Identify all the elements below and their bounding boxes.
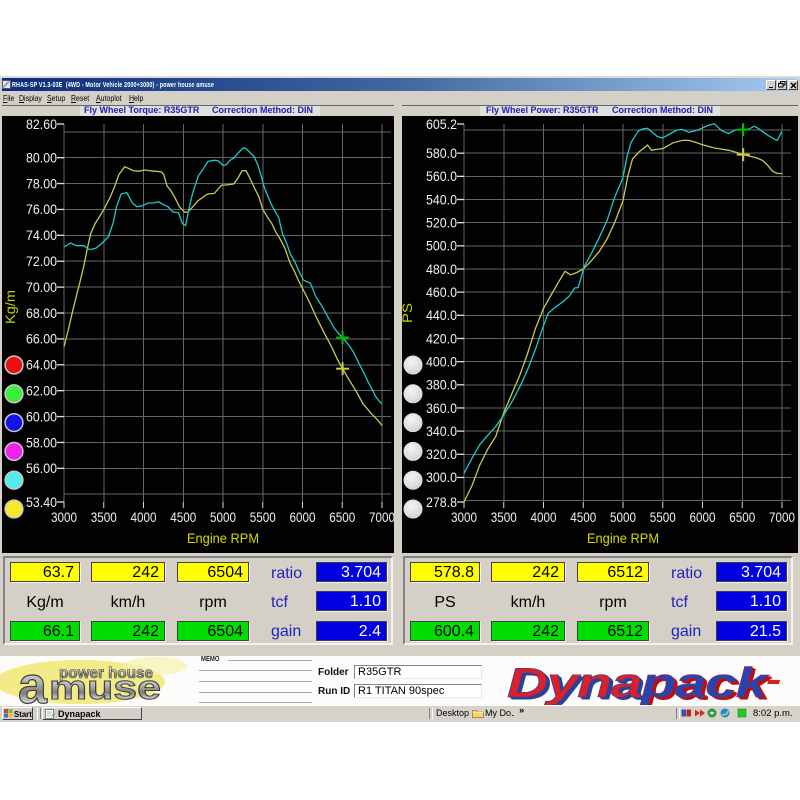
svg-text:Engine RPM: Engine RPM [187, 530, 259, 546]
svg-text:power house: power house [59, 665, 153, 682]
svg-text:6500: 6500 [729, 509, 755, 525]
svg-text:78.00: 78.00 [26, 175, 57, 191]
svg-text:340.0: 340.0 [426, 423, 457, 439]
svg-text:3500: 3500 [91, 509, 117, 525]
svg-text:74.00: 74.00 [26, 227, 57, 243]
svg-text:300.0: 300.0 [426, 469, 457, 485]
svg-text:66.00: 66.00 [26, 331, 57, 347]
svg-text:5500: 5500 [250, 509, 276, 525]
svg-text:3500: 3500 [491, 509, 517, 525]
svg-text:6000: 6000 [290, 509, 316, 525]
svg-text:400.0: 400.0 [426, 353, 457, 369]
svg-text:320.0: 320.0 [426, 446, 457, 462]
svg-text:4000: 4000 [131, 509, 157, 525]
svg-text:500.0: 500.0 [426, 238, 457, 254]
svg-text:56.00: 56.00 [26, 460, 57, 476]
svg-text:3000: 3000 [51, 509, 77, 525]
svg-text:4000: 4000 [531, 509, 557, 525]
svg-text:605.2: 605.2 [426, 116, 457, 132]
svg-text:4500: 4500 [570, 509, 596, 525]
svg-text:Kg/m: Kg/m [2, 290, 18, 324]
svg-text:440.0: 440.0 [426, 307, 457, 323]
svg-text:360.0: 360.0 [426, 400, 457, 416]
svg-text:5000: 5000 [610, 509, 636, 525]
svg-text:a: a [18, 657, 48, 705]
svg-text:560.0: 560.0 [426, 168, 457, 184]
svg-text:58.00: 58.00 [26, 434, 57, 450]
svg-text:Engine RPM: Engine RPM [587, 530, 659, 546]
svg-text:6500: 6500 [329, 509, 355, 525]
svg-text:82.60: 82.60 [26, 116, 57, 132]
svg-text:64.00: 64.00 [26, 357, 57, 373]
svg-text:7000: 7000 [369, 509, 394, 525]
svg-text:62.00: 62.00 [26, 383, 57, 399]
svg-text:4500: 4500 [170, 509, 196, 525]
svg-text:460.0: 460.0 [426, 284, 457, 300]
svg-text:3000: 3000 [451, 509, 477, 525]
svg-text:540.0: 540.0 [426, 191, 457, 207]
svg-text:PS: PS [402, 303, 415, 323]
svg-text:53.40: 53.40 [26, 494, 57, 510]
svg-text:7000: 7000 [769, 509, 795, 525]
svg-text:70.00: 70.00 [26, 279, 57, 295]
svg-text:76.00: 76.00 [26, 201, 57, 217]
svg-text:380.0: 380.0 [426, 377, 457, 393]
svg-text:80.00: 80.00 [26, 150, 57, 166]
svg-text:5500: 5500 [650, 509, 676, 525]
svg-text:72.00: 72.00 [26, 253, 57, 269]
svg-text:480.0: 480.0 [426, 261, 457, 277]
svg-text:60.00: 60.00 [26, 408, 57, 424]
svg-text:520.0: 520.0 [426, 215, 457, 231]
svg-text:420.0: 420.0 [426, 330, 457, 346]
svg-text:5000: 5000 [210, 509, 236, 525]
svg-text:6000: 6000 [690, 509, 716, 525]
svg-text:580.0: 580.0 [426, 145, 457, 161]
svg-text:68.00: 68.00 [26, 305, 57, 321]
svg-text:278.8: 278.8 [426, 494, 457, 510]
